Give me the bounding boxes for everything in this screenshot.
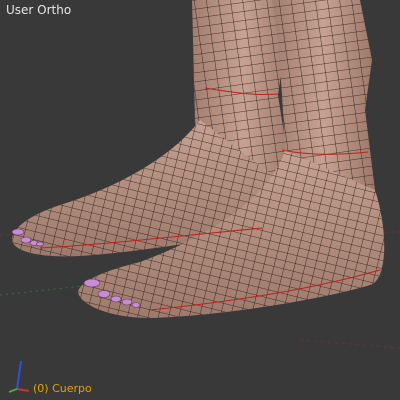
grid-x-axis-line-2	[299, 339, 400, 349]
y-axis-icon	[8, 388, 18, 393]
view-mode-label: User Ortho	[6, 3, 72, 17]
z-axis-icon	[16, 360, 22, 390]
axis-gizmo	[8, 360, 30, 393]
x-axis-icon	[16, 388, 30, 392]
mesh-feet[interactable]	[11, 0, 385, 318]
3d-viewport[interactable]: User Ortho (0) Cuerpo	[0, 0, 400, 400]
viewport-scene[interactable]	[0, 0, 400, 400]
active-object-label: (0) Cuerpo	[33, 382, 92, 395]
